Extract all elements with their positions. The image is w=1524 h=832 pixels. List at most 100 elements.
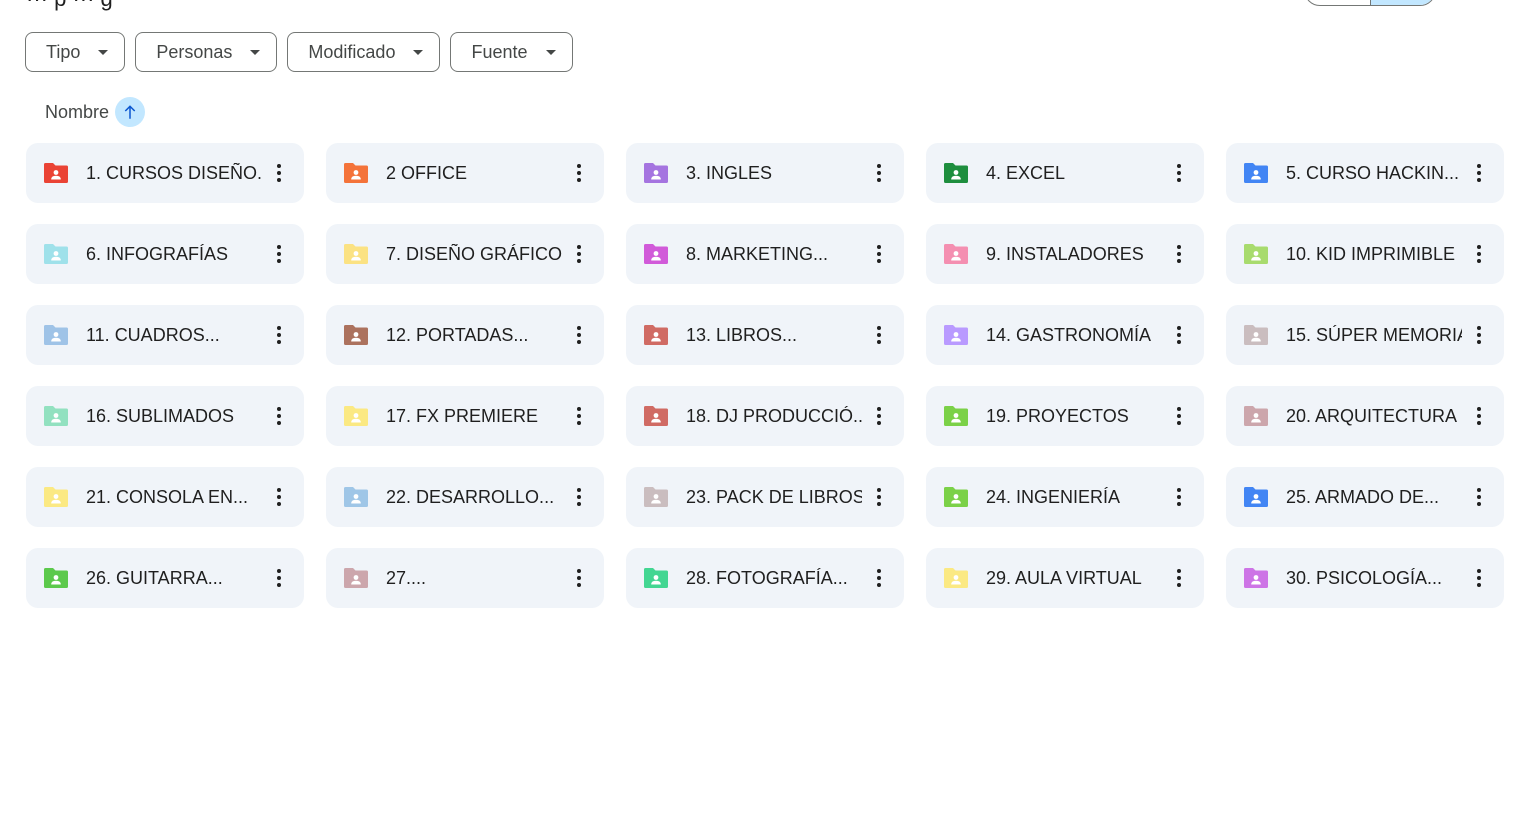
folder-item[interactable]: 22. DESARROLLO... [326, 467, 604, 527]
shared-folder-icon [644, 568, 668, 588]
filter-chip-fuente[interactable]: Fuente [450, 32, 573, 72]
view-toggle[interactable] [1304, 0, 1436, 6]
sort-direction-button[interactable] [115, 97, 146, 127]
more-vert-icon[interactable] [568, 320, 590, 350]
folder-name: 29. AULA VIRTUAL [986, 567, 1142, 588]
shared-folder-icon [1244, 568, 1268, 588]
shared-folder-icon [1244, 163, 1268, 183]
folder-name: 13. LIBROS... [686, 324, 798, 345]
folder-item[interactable]: 23. PACK DE LIBROS [626, 467, 904, 527]
folder-item[interactable]: 21. CONSOLA EN... [26, 467, 304, 527]
folder-item[interactable]: 26. GUITARRA... [26, 548, 304, 608]
more-vert-icon[interactable] [1168, 401, 1190, 431]
more-vert-icon[interactable] [1168, 563, 1190, 593]
shared-folder-icon [944, 568, 968, 588]
more-vert-icon[interactable] [868, 320, 890, 350]
folder-item[interactable]: 28. FOTOGRAFÍA... [626, 548, 904, 608]
more-vert-icon[interactable] [868, 239, 890, 269]
folder-item[interactable]: 13. LIBROS... [626, 305, 904, 365]
sort-label: Nombre [45, 101, 110, 122]
folder-item[interactable]: 15. SÚPER MEMORIA [1226, 305, 1504, 365]
folder-name: 9. INSTALADORES [986, 243, 1144, 264]
more-vert-icon[interactable] [1168, 320, 1190, 350]
folder-item[interactable]: 20. ARQUITECTURA [1226, 386, 1504, 446]
folder-item[interactable]: 14. GASTRONOMÍA [926, 305, 1204, 365]
folder-item[interactable]: 6. INFOGRAFÍAS [26, 224, 304, 284]
more-vert-icon[interactable] [1468, 401, 1490, 431]
folder-item[interactable]: 12. PORTADAS... [326, 305, 604, 365]
more-vert-icon[interactable] [268, 320, 290, 350]
folder-name: 10. KID IMPRIMIBLE [1286, 243, 1456, 264]
folder-item[interactable]: 30. PSICOLOGÍA... [1226, 548, 1504, 608]
more-vert-icon[interactable] [1468, 239, 1490, 269]
shared-folder-icon [344, 244, 368, 264]
folder-name: 1. CURSOS DISEÑO... [86, 162, 262, 183]
folder-item[interactable]: 1. CURSOS DISEÑO... [26, 143, 304, 203]
folder-item[interactable]: 16. SUBLIMADOS [26, 386, 304, 446]
folder-item[interactable]: 4. EXCEL [926, 143, 1204, 203]
more-vert-icon[interactable] [568, 401, 590, 431]
folder-name: 21. CONSOLA EN... [86, 486, 249, 507]
shared-folder-icon [344, 487, 368, 507]
folder-item[interactable]: 11. CUADROS... [26, 305, 304, 365]
folder-item[interactable]: 19. PROYECTOS [926, 386, 1204, 446]
list-view-button[interactable] [1305, 0, 1370, 5]
more-vert-icon[interactable] [268, 239, 290, 269]
folder-name: 18. DJ PRODUCCIÓ... [686, 405, 862, 426]
more-vert-icon[interactable] [268, 158, 290, 188]
filter-chip-tipo[interactable]: Tipo [25, 32, 126, 72]
shared-folder-icon [944, 487, 968, 507]
more-vert-icon[interactable] [1168, 239, 1190, 269]
shared-folder-icon [944, 244, 968, 264]
folder-item[interactable]: 17. FX PREMIERE [326, 386, 604, 446]
more-vert-icon[interactable] [868, 482, 890, 512]
folder-name: 8. MARKETING... [686, 243, 829, 264]
more-vert-icon[interactable] [1468, 563, 1490, 593]
folder-item[interactable]: 9. INSTALADORES [926, 224, 1204, 284]
folder-item[interactable]: 5. CURSO HACKIN... [1226, 143, 1504, 203]
more-vert-icon[interactable] [1468, 482, 1490, 512]
more-vert-icon[interactable] [268, 401, 290, 431]
more-vert-icon[interactable] [268, 482, 290, 512]
more-vert-icon[interactable] [568, 158, 590, 188]
more-vert-icon[interactable] [568, 482, 590, 512]
shared-folder-icon [1244, 406, 1268, 426]
more-vert-icon[interactable] [268, 563, 290, 593]
filter-chip-personas[interactable]: Personas [135, 32, 278, 72]
filter-chip-modificado[interactable]: Modificado [287, 32, 441, 72]
folder-item[interactable]: 2 OFFICE [326, 143, 604, 203]
more-vert-icon[interactable] [1168, 158, 1190, 188]
folder-item[interactable]: 29. AULA VIRTUAL [926, 548, 1204, 608]
shared-folder-icon [44, 568, 68, 588]
folder-name: 30. PSICOLOGÍA... [1286, 567, 1443, 588]
folder-name: 2 OFFICE [386, 162, 468, 183]
more-vert-icon[interactable] [868, 158, 890, 188]
more-vert-icon[interactable] [868, 563, 890, 593]
folder-name: 16. SUBLIMADOS [86, 405, 235, 426]
grid-view-button[interactable] [1369, 0, 1435, 5]
shared-folder-icon [644, 163, 668, 183]
shared-folder-icon [1244, 244, 1268, 264]
more-vert-icon[interactable] [868, 401, 890, 431]
folder-item[interactable]: 25. ARMADO DE... [1226, 467, 1504, 527]
more-vert-icon[interactable] [1468, 320, 1490, 350]
folder-name: 23. PACK DE LIBROS [686, 486, 862, 507]
folder-item[interactable]: 3. INGLES [626, 143, 904, 203]
shared-folder-icon [644, 244, 668, 264]
more-vert-icon[interactable] [568, 563, 590, 593]
shared-folder-icon [344, 406, 368, 426]
folder-item[interactable]: 7. DISEÑO GRÁFICO [326, 224, 604, 284]
folder-item[interactable]: 10. KID IMPRIMIBLE [1226, 224, 1504, 284]
filter-chip-label: Tipo [46, 41, 81, 62]
shared-folder-icon [44, 487, 68, 507]
more-vert-icon[interactable] [1468, 158, 1490, 188]
shared-folder-icon [644, 325, 668, 345]
folder-name: 17. FX PREMIERE [386, 405, 539, 426]
folder-item[interactable]: 24. INGENIERÍA [926, 467, 1204, 527]
more-vert-icon[interactable] [568, 239, 590, 269]
folder-item[interactable]: 27.... [326, 548, 604, 608]
folder-item[interactable]: 18. DJ PRODUCCIÓ... [626, 386, 904, 446]
folder-item[interactable]: 8. MARKETING... [626, 224, 904, 284]
more-vert-icon[interactable] [1168, 482, 1190, 512]
shared-folder-icon [644, 487, 668, 507]
